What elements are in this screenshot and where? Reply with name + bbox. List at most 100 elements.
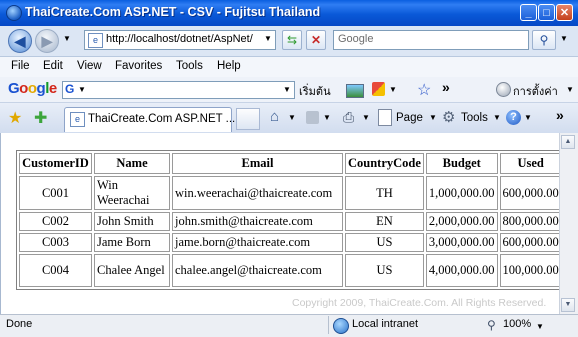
zone-text: Local intranet [352,318,419,330]
page-menu-icon [378,109,392,126]
menu-tools[interactable]: Tools [176,60,203,72]
search-placeholder: Google [338,33,374,45]
search-button[interactable]: ⚲ [532,30,556,50]
menu-favorites[interactable]: Favorites [115,60,162,72]
cell-budget: 3,000,000.00 [425,233,498,252]
forward-arrow-icon: ▶ [41,33,53,49]
google-g-icon: G [65,82,75,96]
tools-dropdown-icon[interactable]: ▼ [493,113,501,122]
cell-countrycode: EN [345,212,424,231]
cell-used: 600,000.00 [499,233,562,252]
command-more-button[interactable]: » [556,107,564,123]
page-dropdown-icon[interactable]: ▼ [429,113,437,122]
menu-edit[interactable]: Edit [43,60,63,72]
cell-name: John Smith [94,212,170,231]
zoom-dropdown-icon[interactable]: ▼ [536,322,544,331]
cell-budget: 2,000,000.00 [425,212,498,231]
home-icon[interactable]: ⌂ [270,108,279,125]
header-name: Name [94,153,170,174]
back-button[interactable]: ◀ [8,29,32,53]
zoom-icon: ⚲ [487,318,496,332]
cell-used: 100,000.00 [499,254,562,287]
print-dropdown-icon[interactable]: ▼ [362,113,370,122]
cell-customerid: C002 [19,212,92,231]
cell-countrycode: US [345,233,424,252]
cell-countrycode: US [345,254,424,287]
url-dropdown-icon[interactable]: ▼ [264,34,272,43]
settings-dropdown-icon[interactable]: ▼ [566,85,574,94]
print-icon[interactable]: ⎙ [343,109,354,126]
search-options-icon[interactable]: ▼ [560,34,568,43]
cell-countrycode: TH [345,176,424,210]
feeds-dropdown-icon[interactable]: ▼ [323,113,331,122]
header-budget: Budget [425,153,498,174]
cell-budget: 1,000,000.00 [425,176,498,210]
minimize-button[interactable]: _ [520,4,537,21]
page-menu-button[interactable]: Page [396,112,423,124]
bookmark-star-icon[interactable]: ☆ [417,80,431,100]
header-email: Email [172,153,343,174]
header-used: Used [499,153,562,174]
add-favorite-icon[interactable]: ✚ [34,108,47,128]
cell-email: chalee.angel@thaicreate.com [172,254,343,287]
maximize-icon: □ [543,7,550,19]
minimize-icon: _ [525,7,532,19]
google-settings-button[interactable]: การตั้งค่า [513,82,558,100]
cell-used: 600,000.00 [499,176,562,210]
scroll-up-arrow-icon[interactable]: ▲ [561,135,575,149]
header-customerid: CustomerID [19,153,92,174]
cell-customerid: C001 [19,176,92,210]
google-start-button[interactable]: เริ่มต้น [299,82,331,100]
back-arrow-icon: ◀ [14,33,26,49]
home-dropdown-icon[interactable]: ▼ [288,113,296,122]
scroll-down-arrow-icon[interactable]: ▼ [561,298,575,312]
news-dropdown-icon[interactable]: ▼ [389,85,397,94]
close-button[interactable]: ✕ [556,4,573,21]
google-search-input[interactable] [62,81,295,99]
refresh-icon: ⇆ [286,33,298,47]
cell-email: win.weerachai@thaicreate.com [172,176,343,210]
g-dropdown-icon[interactable]: ▼ [78,85,86,94]
history-dropdown-icon[interactable]: ▼ [63,34,71,43]
google-dropdown-icon[interactable]: ▼ [283,85,291,94]
cell-customerid: C003 [19,233,92,252]
globe-icon [333,318,349,334]
menu-file[interactable]: File [11,60,30,72]
refresh-button[interactable]: ⇆ [282,30,302,50]
tab-title: ThaiCreate.Com ASP.NET ... [88,113,236,125]
tools-menu-button[interactable]: Tools [461,112,488,124]
cell-name: Jame Born [94,233,170,252]
feeds-icon[interactable] [306,111,319,124]
page-icon: e [88,33,103,48]
url-text[interactable]: http://localhost/dotnet/AspNet/ [106,33,258,45]
search-icon: ⚲ [539,33,549,47]
image-icon[interactable] [346,84,364,98]
table-row: C002 John Smith john.smith@thaicreate.co… [19,212,562,231]
toolbar-more-button[interactable]: » [442,79,450,95]
news-icon[interactable] [372,82,385,96]
stop-button[interactable]: ✕ [306,30,326,50]
forward-button[interactable]: ▶ [35,29,59,53]
google-logo: Google [8,80,57,97]
status-text: Done [6,318,33,330]
cell-email: john.smith@thaicreate.com [172,212,343,231]
table-row: C001 Win Weerachai win.weerachai@thaicre… [19,176,562,210]
table-row: C004 Chalee Angel chalee.angel@thaicreat… [19,254,562,287]
tab-page-icon: e [70,112,85,127]
zoom-level[interactable]: 100% [503,318,531,330]
menu-help[interactable]: Help [217,60,241,72]
close-icon: ✕ [559,7,570,19]
help-icon[interactable]: ? [506,110,521,125]
help-dropdown-icon[interactable]: ▼ [524,113,532,122]
table-header-row: CustomerID Name Email CountryCode Budget… [19,153,562,174]
new-tab-button[interactable] [236,108,260,130]
table-row: C003 Jame Born jame.born@thaicreate.com … [19,233,562,252]
vertical-scrollbar[interactable] [559,133,578,314]
customer-table: CustomerID Name Email CountryCode Budget… [16,150,565,290]
favorites-star-icon[interactable]: ★ [8,108,22,128]
maximize-button[interactable]: □ [538,4,555,21]
copyright-watermark: Copyright 2009, ThaiCreate.Com. All Righ… [292,297,547,309]
menu-view[interactable]: View [77,60,102,72]
header-countrycode: CountryCode [345,153,424,174]
cell-customerid: C004 [19,254,92,287]
